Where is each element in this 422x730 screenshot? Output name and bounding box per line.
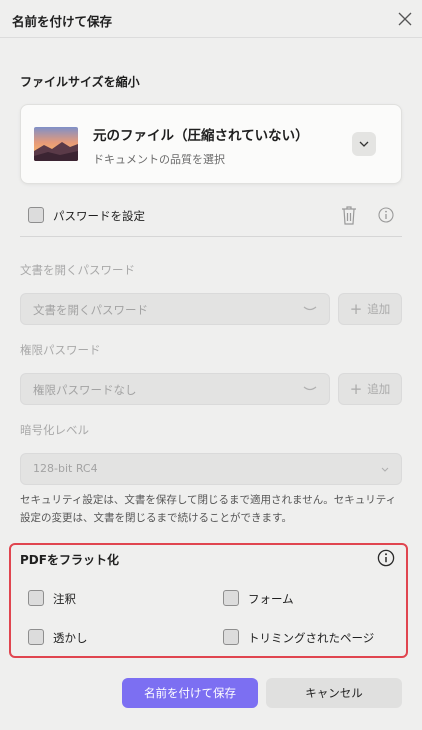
password-checkbox-label: パスワードを設定 xyxy=(53,209,145,223)
open-password-value: 文書を開くパスワード xyxy=(33,303,148,317)
dialog-titlebar: 名前を付けて保存 xyxy=(0,0,422,38)
quality-title: 元のファイル（圧縮されていない） xyxy=(93,128,309,144)
flatten-watermark-label: 透かし xyxy=(53,631,88,645)
info-icon xyxy=(378,207,394,223)
permission-password-add-button[interactable]: + 追加 xyxy=(338,373,402,405)
quality-selector[interactable]: 元のファイル（圧縮されていない） ドキュメントの品質を選択 xyxy=(20,104,402,184)
flatten-annotations-label: 注釈 xyxy=(53,592,76,606)
flatten-forms-checkbox[interactable] xyxy=(223,590,239,606)
cancel-button[interactable]: キャンセル xyxy=(266,678,402,708)
permission-password-input[interactable]: 権限パスワードなし xyxy=(20,373,330,405)
flatten-cropped-pages-label: トリミングされたページ xyxy=(248,631,375,645)
plus-icon: + xyxy=(349,300,363,318)
trash-icon xyxy=(342,206,356,225)
close-icon xyxy=(398,12,412,26)
permission-password-add-label: 追加 xyxy=(367,382,391,396)
flatten-section-label: PDFをフラット化 xyxy=(20,553,119,567)
quality-subtitle: ドキュメントの品質を選択 xyxy=(93,153,225,166)
save-as-button[interactable]: 名前を付けて保存 xyxy=(122,678,258,708)
encryption-level-value: 128-bit RC4 xyxy=(33,462,98,475)
flatten-forms-label: フォーム xyxy=(248,592,294,606)
plus-icon: + xyxy=(349,380,363,398)
dialog-title: 名前を付けて保存 xyxy=(12,14,113,29)
chevron-down-icon xyxy=(359,141,369,147)
chevron-down-icon xyxy=(381,467,389,472)
open-password-add-button[interactable]: + 追加 xyxy=(338,293,402,325)
chevron-down-icon xyxy=(303,386,317,391)
info-icon xyxy=(377,549,395,567)
quality-dropdown-button[interactable] xyxy=(352,132,376,156)
file-thumbnail xyxy=(34,127,78,161)
permission-password-label: 権限パスワード xyxy=(20,343,101,357)
flatten-info-button[interactable] xyxy=(377,549,395,567)
open-password-add-label: 追加 xyxy=(367,302,391,316)
security-note: セキュリティ設定は、文書を保存して閉じるまで適用されません。セキュリティ設定の変… xyxy=(20,494,397,524)
permission-password-value: 権限パスワードなし xyxy=(33,383,137,397)
password-info-button[interactable] xyxy=(378,207,394,223)
compress-section-label: ファイルサイズを縮小 xyxy=(20,75,140,89)
flatten-annotations-checkbox[interactable] xyxy=(28,590,44,606)
divider xyxy=(20,236,402,237)
open-password-label: 文書を開くパスワード xyxy=(20,263,135,277)
close-button[interactable] xyxy=(395,9,415,29)
open-password-input[interactable]: 文書を開くパスワード xyxy=(20,293,330,325)
password-checkbox[interactable] xyxy=(28,207,44,223)
delete-button[interactable] xyxy=(339,204,359,226)
flatten-cropped-pages-checkbox[interactable] xyxy=(223,629,239,645)
flatten-watermark-checkbox[interactable] xyxy=(28,629,44,645)
encryption-level-label: 暗号化レベル xyxy=(20,423,89,437)
chevron-down-icon xyxy=(303,306,317,311)
encryption-level-select[interactable]: 128-bit RC4 xyxy=(20,453,402,485)
